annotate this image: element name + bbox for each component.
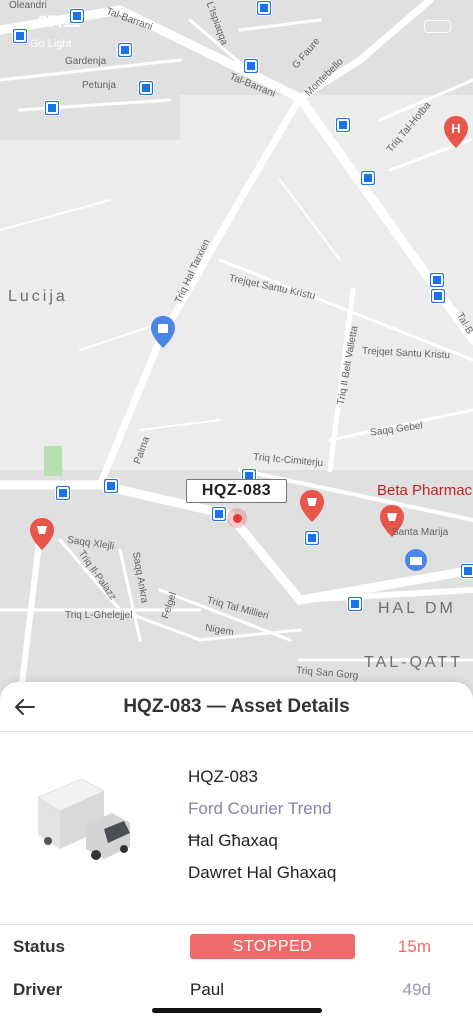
status-subtitle: Go Light (30, 38, 72, 50)
asset-address: Dawret Hal Ghaxaq (188, 863, 337, 882)
district-label: TAL-QATT (364, 654, 463, 671)
bus-stop-icon[interactable] (117, 42, 133, 58)
asset-model: Ford Courier Trend (188, 799, 332, 818)
bus-stop-icon[interactable] (12, 28, 28, 44)
bus-stop-icon[interactable] (211, 506, 227, 522)
arrow-left-icon (15, 699, 35, 715)
panel-header: HQZ-083 — Asset Details (0, 682, 473, 732)
bus-stop-icon[interactable] (335, 117, 351, 133)
status-duration: 15m (397, 937, 431, 956)
bus-stop-icon[interactable] (347, 596, 363, 612)
district-label: Lucija (8, 288, 68, 305)
district-label: HAL DM (378, 600, 456, 617)
back-button[interactable] (10, 692, 40, 722)
divider (0, 731, 473, 732)
bus-stop-icon[interactable] (103, 478, 119, 494)
divider (0, 924, 473, 925)
home-indicator[interactable] (152, 1008, 322, 1013)
place-label: Beta Pharmac (377, 482, 473, 499)
street-label: Santa Marija (392, 527, 449, 538)
vehicle-marker[interactable] (227, 508, 247, 528)
pharmacy-pin-icon[interactable] (300, 490, 324, 522)
street-label: Gardenja (65, 56, 107, 67)
status-badge: STOPPED (190, 934, 355, 959)
store-pin-icon[interactable] (404, 548, 428, 580)
asset-plate: HQZ-083 (188, 767, 258, 786)
bus-stop-icon[interactable] (256, 0, 272, 16)
asset-locality: Ħal Għaxaq (188, 831, 278, 850)
bus-stop-icon[interactable] (44, 100, 60, 116)
bus-stop-icon[interactable] (460, 563, 473, 579)
asset-info: HQZ-083 Ford Courier Trend Ħal Għaxaq Da… (188, 766, 336, 894)
driver-name: Paul (190, 980, 225, 999)
bus-stop-icon[interactable] (430, 288, 446, 304)
street-label: Triq L-Ghelejjel (65, 610, 133, 621)
bus-stop-icon[interactable] (55, 485, 71, 501)
hospital-pin-icon[interactable]: H (444, 116, 468, 148)
pharmacy-pin-icon[interactable] (30, 518, 54, 550)
driver-label: Driver (13, 980, 63, 999)
status-label: Status (13, 937, 65, 956)
bus-stop-icon[interactable] (138, 80, 154, 96)
driver-duration: 49d (402, 980, 431, 999)
street-label: Oleandri (9, 0, 47, 11)
asset-details-panel: HQZ-083 — Asset Details HQZ-083 Ford Cou… (0, 682, 473, 1024)
bus-stop-icon[interactable] (429, 272, 445, 288)
bus-stop-icon[interactable] (243, 58, 259, 74)
truck-icon (37, 778, 130, 860)
street-label: Petunja (82, 80, 116, 91)
bus-stop-icon[interactable] (360, 170, 376, 186)
bus-stop-icon[interactable] (69, 8, 85, 24)
bus-stop-icon[interactable] (304, 530, 320, 546)
vehicle-marker-label[interactable]: HQZ-083 (186, 479, 287, 503)
shopping-pin-icon[interactable] (151, 316, 175, 348)
svg-text:H: H (451, 121, 460, 136)
map-view[interactable]: 07:11 Go Light H Tal-Barrani Tal-Barrani… (0, 0, 473, 700)
battery-icon (424, 20, 451, 33)
panel-title: HQZ-083 — Asset Details (123, 696, 350, 717)
